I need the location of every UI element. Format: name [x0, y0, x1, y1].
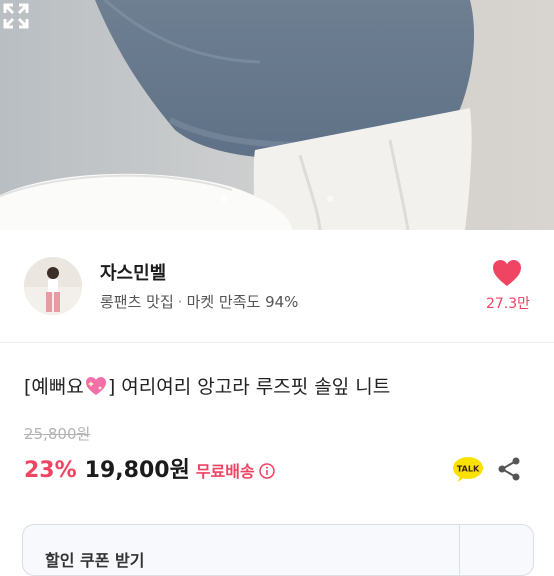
product-title: [예뻐요 ] 여리여리 앙고라 루즈핏 솔잎 니트: [24, 372, 390, 399]
carousel-dot-active: [221, 196, 227, 202]
expand-icon[interactable]: [0, 0, 32, 32]
section-divider: [0, 342, 554, 343]
shop-rating: 마켓 만족도 94%: [186, 293, 299, 311]
carousel-dot: [327, 196, 333, 202]
like-count: 27.3만: [485, 296, 531, 312]
shop-info[interactable]: 자스민벨 롱팬츠 맛집 · 마켓 만족도 94% 27.3만: [0, 231, 554, 341]
original-price: 25,800원: [24, 425, 91, 443]
shop-name[interactable]: 자스민벨: [100, 259, 166, 285]
info-icon[interactable]: [258, 463, 275, 479]
separator-dot: ·: [177, 293, 183, 311]
shop-subtitle: 롱팬츠 맛집 · 마켓 만족도 94%: [100, 291, 298, 312]
talk-label: TALK: [457, 465, 480, 474]
product-image[interactable]: [0, 0, 554, 230]
sparkling-heart-icon: [85, 377, 106, 395]
kakaotalk-icon[interactable]: TALK: [452, 456, 484, 484]
product-title-suffix: ] 여리여리 앙고라 루즈핏 솔잎 니트: [107, 376, 391, 398]
share-icon[interactable]: [496, 456, 522, 482]
avatar-image: [24, 257, 82, 315]
coupon-label[interactable]: 할인 쿠폰 받기: [45, 547, 144, 571]
shop-avatar[interactable]: [24, 257, 82, 315]
heart-icon[interactable]: [492, 259, 522, 287]
coupon-banner[interactable]: 할인 쿠폰 받기: [22, 524, 534, 576]
sale-price: 19,800원: [84, 458, 190, 483]
product-title-prefix: [예뻐요: [24, 376, 84, 398]
shop-tagline: 롱팬츠 맛집: [100, 293, 174, 311]
discount-rate: 23%: [24, 458, 77, 483]
coupon-divider: [459, 525, 460, 575]
price-row: 23% 19,800원 무료배송: [24, 452, 275, 486]
carousel-dots: [0, 196, 554, 202]
free-shipping-badge: 무료배송: [195, 462, 255, 481]
